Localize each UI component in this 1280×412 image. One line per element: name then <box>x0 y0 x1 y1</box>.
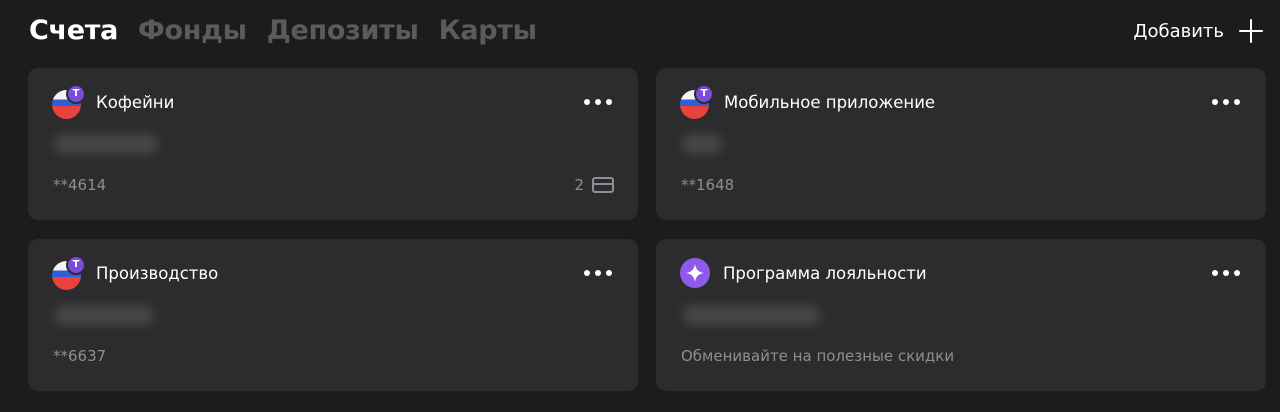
more-options-icon[interactable] <box>584 98 612 106</box>
tab-cards[interactable]: Карты <box>439 12 537 50</box>
tab-accounts[interactable]: Счета <box>29 12 118 50</box>
card-title: Мобильное приложение <box>724 92 936 112</box>
more-options-icon[interactable] <box>584 269 612 277</box>
ru-flag-tbank-icon: T <box>680 83 714 119</box>
account-number: **1648 <box>681 176 735 194</box>
more-options-icon[interactable] <box>1212 269 1240 277</box>
more-options-icon[interactable] <box>1212 98 1240 106</box>
sparkle-icon <box>680 258 710 288</box>
account-number: **6637 <box>53 347 107 365</box>
hidden-balance <box>54 305 154 325</box>
plus-icon <box>1238 18 1264 44</box>
hidden-points-balance <box>682 305 820 325</box>
loyalty-description: Обменивайте на полезные скидки <box>681 347 955 365</box>
account-card-coffee-shops[interactable]: T Кофейни **4614 2 <box>28 68 638 220</box>
linked-cards-count[interactable]: 2 <box>574 176 614 194</box>
account-card-production[interactable]: T Производство **6637 <box>28 239 638 391</box>
hidden-balance <box>54 134 158 154</box>
account-card-mobile-app[interactable]: T Мобильное приложение **1648 <box>656 68 1266 220</box>
card-title: Кофейни <box>96 92 175 112</box>
card-title: Производство <box>96 263 219 283</box>
card-title: Программа лояльности <box>723 263 927 283</box>
ru-flag-tbank-icon: T <box>52 83 86 119</box>
add-button-label: Добавить <box>1133 20 1224 42</box>
tab-funds[interactable]: Фонды <box>138 12 247 50</box>
loyalty-program-card[interactable]: Программа лояльности Обменивайте на поле… <box>656 239 1266 391</box>
ru-flag-tbank-icon: T <box>52 254 86 290</box>
top-bar: Счета Фонды Депозиты Карты Добавить <box>0 0 1280 64</box>
hidden-balance <box>682 134 722 154</box>
tab-deposits[interactable]: Депозиты <box>267 12 419 50</box>
cards-count-value: 2 <box>574 176 584 194</box>
bank-card-icon <box>592 177 614 193</box>
account-number: **4614 <box>53 176 107 194</box>
account-tabs: Счета Фонды Депозиты Карты <box>29 12 537 50</box>
add-button[interactable]: Добавить <box>1133 14 1264 48</box>
